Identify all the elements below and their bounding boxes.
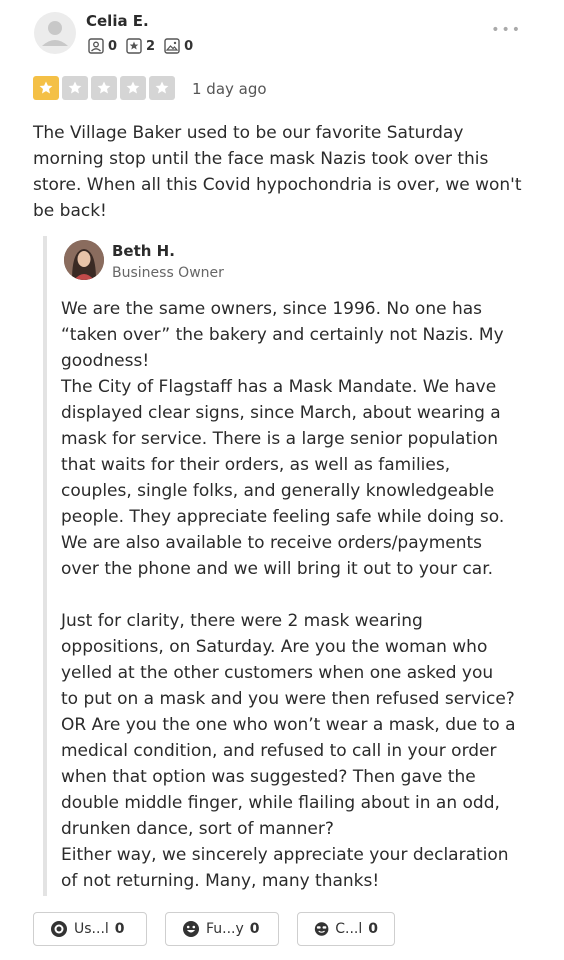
owner-photo-icon xyxy=(64,240,104,280)
star-icon xyxy=(126,81,140,94)
reply-line: OR Are you the one who won’t wear a mask… xyxy=(61,715,516,735)
useful-icon xyxy=(51,921,67,937)
more-options-icon[interactable]: ••• xyxy=(491,22,522,38)
funny-label: Fu...y xyxy=(206,921,244,937)
useful-count: 0 xyxy=(114,921,125,937)
reply-line: goodness! xyxy=(61,351,150,371)
owner-avatar[interactable] xyxy=(64,240,104,280)
review-text: The Village Baker used to be our favorit… xyxy=(33,123,522,221)
owner-reply-text: We are the same owners, since 1996. No o… xyxy=(61,296,531,894)
star-icon xyxy=(155,81,169,94)
reply-line: oppositions, on Saturday. Are you the wo… xyxy=(61,637,488,657)
useful-label: Us...l xyxy=(74,921,109,937)
cool-count: 0 xyxy=(368,921,378,937)
star-rating xyxy=(33,76,175,100)
star-icon xyxy=(97,81,111,94)
reply-line: people. They appreciate feeling safe whi… xyxy=(61,507,505,527)
reaction-buttons: Us...l 0 Fu...y 0 C...l 0 xyxy=(33,912,395,946)
photos-stat: 0 xyxy=(164,38,193,54)
reviews-stat: 2 xyxy=(126,38,155,54)
reply-line: “taken over” the bakery and certainly no… xyxy=(61,325,504,345)
owner-name[interactable]: Beth H. xyxy=(112,242,175,260)
reply-line: The City of Flagstaff has a Mask Mandate… xyxy=(61,377,497,397)
reviewer-avatar[interactable] xyxy=(34,12,76,54)
review-date: 1 day ago xyxy=(192,80,267,98)
reply-line: that waits for their orders, as well as … xyxy=(61,455,451,475)
rating-star xyxy=(62,76,88,100)
reply-line: mask for service. There is a large senio… xyxy=(61,429,499,449)
cool-label: C...l xyxy=(335,921,363,937)
reply-divider xyxy=(43,236,47,896)
owner-role: Business Owner xyxy=(112,265,224,281)
reply-paragraph-1: We are the same owners, since 1996. No o… xyxy=(61,296,531,582)
reply-line: yelled at the other customers when one a… xyxy=(61,663,494,683)
reply-line: Just for clarity, there were 2 mask wear… xyxy=(61,611,423,631)
funny-button[interactable]: Fu...y 0 xyxy=(165,912,279,946)
photo-icon xyxy=(164,38,180,54)
reply-line: drunken dance, sort of manner? xyxy=(61,819,334,839)
cool-button[interactable]: C...l 0 xyxy=(297,912,395,946)
friends-stat: 0 xyxy=(88,38,117,54)
rating-star xyxy=(91,76,117,100)
funny-count: 0 xyxy=(249,921,260,937)
rating-star xyxy=(149,76,175,100)
useful-button[interactable]: Us...l 0 xyxy=(33,912,147,946)
reply-paragraph-2: Just for clarity, there were 2 mask wear… xyxy=(61,608,531,894)
reply-line: over the phone and we will bring it out … xyxy=(61,559,494,579)
reply-line: We are also available to receive orders/… xyxy=(61,533,483,553)
review-star-icon xyxy=(126,38,142,54)
friends-count: 0 xyxy=(108,38,118,54)
friends-icon xyxy=(88,38,104,54)
reply-line: when that option was suggested? Then gav… xyxy=(61,767,476,787)
cool-icon xyxy=(314,922,329,936)
reply-line: displayed clear signs, since March, abou… xyxy=(61,403,501,423)
reply-line: couples, single folks, and generally kno… xyxy=(61,481,495,501)
reply-line: of not returning. Many, many thanks! xyxy=(61,871,380,891)
rating-star xyxy=(33,76,59,100)
user-silhouette-icon xyxy=(42,21,68,46)
reviewer-name[interactable]: Celia E. xyxy=(86,12,149,30)
photos-count: 0 xyxy=(184,38,194,54)
reply-line: to put on a mask and you were then refus… xyxy=(61,689,515,709)
reply-line: Either way, we sincerely appreciate your… xyxy=(61,845,509,865)
reviews-count: 2 xyxy=(146,38,156,54)
star-icon xyxy=(68,81,82,94)
star-icon xyxy=(39,81,53,94)
reviewer-stats: 0 2 0 xyxy=(88,38,198,54)
reply-line: medical condition, and refused to call i… xyxy=(61,741,497,761)
reply-line: We are the same owners, since 1996. No o… xyxy=(61,299,483,319)
rating-star xyxy=(120,76,146,100)
reply-line: double middle finger, while flailing abo… xyxy=(61,793,500,813)
funny-icon xyxy=(183,921,199,937)
